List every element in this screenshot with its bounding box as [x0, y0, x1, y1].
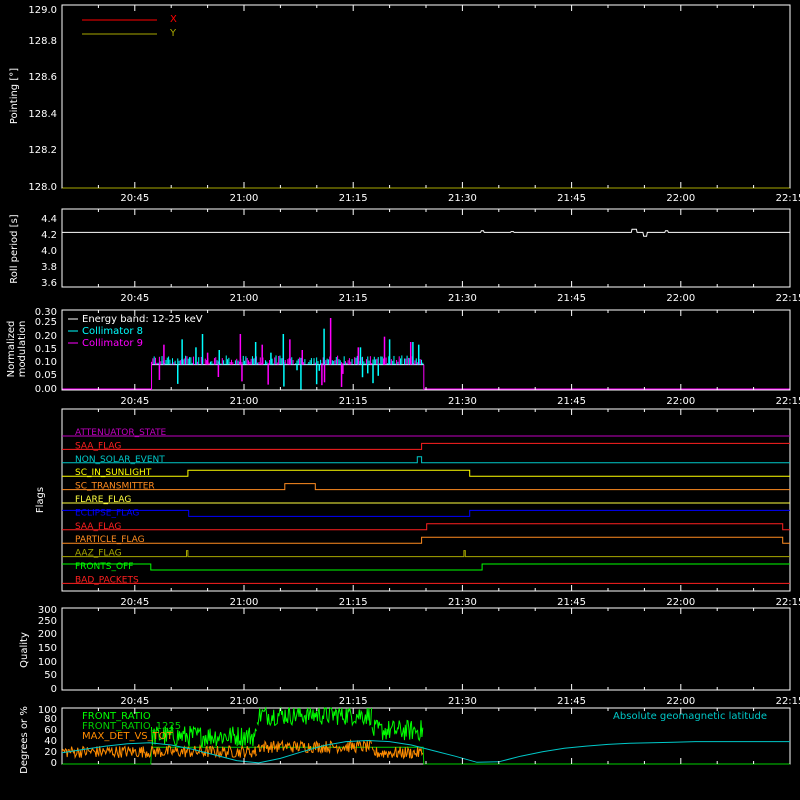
- geo-ytick: 40: [44, 736, 57, 747]
- x-tick-label: 21:00: [230, 597, 259, 608]
- quality-ytick: 300: [38, 605, 57, 616]
- x-tick-label: 21:30: [448, 597, 477, 608]
- x-tick-label: 20:45: [120, 193, 149, 204]
- pointing-ytick: 129.0: [28, 5, 57, 16]
- geo-ytick: 60: [44, 725, 57, 736]
- x-tick-label: 22:15: [776, 293, 800, 304]
- x-tick-label: 21:45: [557, 696, 586, 707]
- geo-ytick: 0: [51, 758, 57, 769]
- roll-ytick: 3.8: [41, 262, 57, 273]
- flag-label: FLARE_FLAG: [75, 495, 131, 505]
- roll-ylabel: Roll period [s]: [9, 214, 20, 283]
- flag-label: NON_SOLAR_EVENT: [75, 455, 165, 465]
- flags-ylabel: Flags: [35, 487, 46, 513]
- flag-label: SAA_FLAG: [75, 441, 121, 451]
- flag-label: BAD_PACKETS: [75, 575, 139, 585]
- multi-panel-chart: Pointing [°] 128.0 128.2 128.4 128.6 128…: [0, 0, 800, 800]
- x-tick-label: 21:00: [230, 293, 259, 304]
- geo-ytick: 100: [38, 705, 57, 716]
- x-tick-label: 21:15: [339, 696, 368, 707]
- modulation-ytick: 0.15: [35, 344, 57, 355]
- flag-label: AAZ_FLAG: [75, 549, 122, 559]
- pointing-ytick: 128.0: [28, 182, 57, 193]
- modulation-ytick: 0.00: [35, 384, 57, 395]
- x-tick-label: 21:15: [339, 293, 368, 304]
- x-tick-label: 22:00: [666, 193, 695, 204]
- modulation-ytick: 0.10: [35, 357, 57, 368]
- quality-ytick: 50: [44, 670, 57, 681]
- x-tick-label: 20:45: [120, 597, 149, 608]
- x-tick-label: 21:00: [230, 193, 259, 204]
- geo-ytick: 20: [44, 747, 57, 758]
- flag-label: SC_TRANSMITTER: [75, 482, 155, 492]
- legend-label-collimator9: Collimator 9: [82, 338, 143, 349]
- x-tick-label: 20:45: [120, 696, 149, 707]
- quality-ytick: 250: [38, 616, 57, 627]
- x-tick-label: 22:15: [776, 597, 800, 608]
- x-tick-label: 21:45: [557, 396, 586, 407]
- quality-ytick: 100: [38, 657, 57, 668]
- pointing-ylabel: Pointing [°]: [9, 68, 20, 124]
- x-tick-label: 21:15: [339, 193, 368, 204]
- x-tick-label: 22:00: [666, 396, 695, 407]
- quality-ytick: 150: [38, 643, 57, 654]
- legend-label-x: X: [170, 14, 177, 25]
- modulation-ytick: 0.05: [35, 370, 57, 381]
- x-tick-label: 22:00: [666, 293, 695, 304]
- flag-label: PARTICLE_FLAG: [75, 535, 145, 545]
- legend-label-max-det: MAX_DET_VS_TOT: [82, 731, 174, 742]
- pointing-ytick: 128.8: [28, 36, 57, 47]
- x-tick-label: 21:45: [557, 293, 586, 304]
- flag-label: SAA_FLAG: [75, 522, 121, 532]
- legend-label-geomag: Absolute geomagnetic latitude: [613, 711, 767, 722]
- flag-label: FRONTS_OFF: [75, 562, 133, 572]
- x-tick-label: 21:15: [339, 396, 368, 407]
- legend-label-collimator8: Collimator 8: [82, 326, 143, 337]
- x-tick-label: 20:45: [120, 396, 149, 407]
- x-tick-label: 21:30: [448, 193, 477, 204]
- pointing-ytick: 128.6: [28, 72, 57, 83]
- modulation-ytick: 0.30: [35, 307, 57, 318]
- flag-label: ECLIPSE_FLAG: [75, 508, 139, 518]
- x-tick-label: 22:00: [666, 696, 695, 707]
- x-tick-label: 22:15: [776, 396, 800, 407]
- x-tick-label: 21:30: [448, 396, 477, 407]
- roll-ytick: 4.2: [41, 230, 57, 241]
- plot-canvas: Pointing [°] 128.0 128.2 128.4 128.6 128…: [0, 0, 800, 800]
- modulation-ylabel-2: modulation: [17, 321, 28, 378]
- x-tick-label: 22:15: [776, 696, 800, 707]
- modulation-ytick: 0.20: [35, 331, 57, 342]
- flag-label: SC_IN_SUNLIGHT: [75, 468, 152, 478]
- legend-label-energy: Energy band: 12-25 keV: [82, 314, 203, 325]
- quality-ytick: 0: [51, 684, 57, 695]
- x-tick-label: 21:45: [557, 597, 586, 608]
- roll-ytick: 4.4: [41, 214, 57, 225]
- quality-ytick: 200: [38, 629, 57, 640]
- x-tick-label: 22:15: [776, 193, 800, 204]
- x-tick-label: 21:00: [230, 396, 259, 407]
- roll-ytick: 4.0: [41, 246, 57, 257]
- x-tick-label: 22:00: [666, 597, 695, 608]
- x-tick-label: 21:30: [448, 293, 477, 304]
- legend-label-y: Y: [169, 28, 177, 39]
- pointing-ytick: 128.4: [28, 109, 57, 120]
- modulation-ylabel-1: Normalized: [6, 321, 17, 378]
- x-tick-label: 20:45: [120, 293, 149, 304]
- x-tick-label: 21:00: [230, 696, 259, 707]
- flag-label: ATTENUATOR_STATE: [75, 428, 167, 438]
- geo-ylabel: Degrees or %: [19, 706, 30, 774]
- roll-ytick: 3.6: [41, 278, 57, 289]
- pointing-ytick: 128.2: [28, 145, 57, 156]
- x-tick-label: 21:45: [557, 193, 586, 204]
- x-tick-label: 21:15: [339, 597, 368, 608]
- modulation-ytick: 0.25: [35, 317, 57, 328]
- quality-ylabel: Quality: [19, 632, 30, 668]
- x-tick-label: 21:30: [448, 696, 477, 707]
